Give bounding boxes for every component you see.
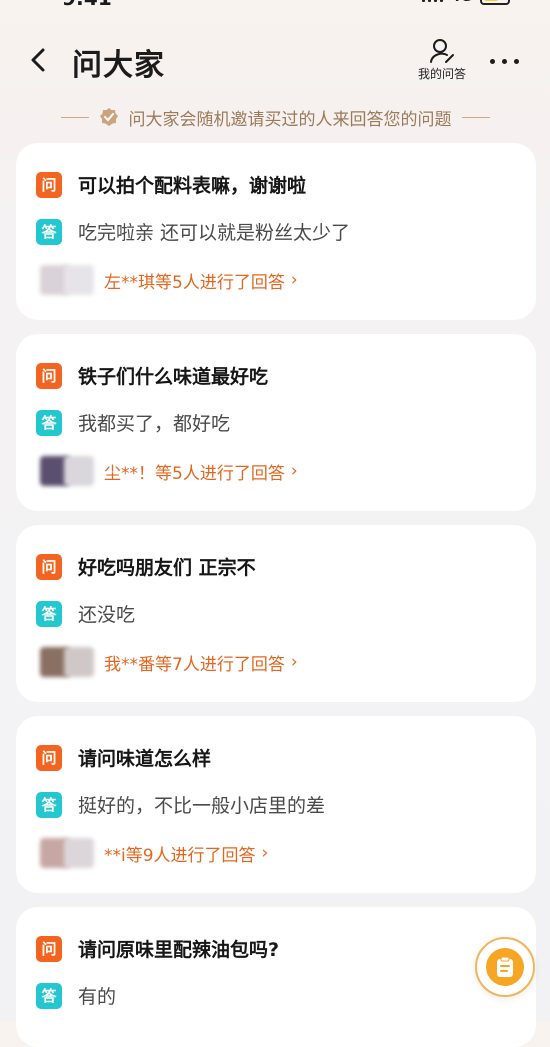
answer-text: 吃完啦亲 还可以就是粉丝太少了 bbox=[78, 222, 351, 244]
answer-text: 有的 bbox=[78, 986, 117, 1008]
battery-icon bbox=[480, 0, 510, 5]
avatar-group bbox=[36, 456, 98, 486]
answer-summary-text: 左**琪等5人进行了回答 bbox=[104, 272, 285, 293]
status-time: 9:41 bbox=[62, 0, 112, 10]
question-text: 可以拍个配料表嘛，谢谢啦 bbox=[78, 175, 307, 197]
answer-text: 还没吃 bbox=[78, 604, 136, 626]
divider bbox=[60, 116, 89, 118]
my-qa-label: 我的问答 bbox=[417, 67, 466, 81]
status-indicators: 4G bbox=[421, 0, 510, 5]
notice-text: 问大家会随机邀请买过的人来回答您的问题 bbox=[128, 109, 452, 130]
avatar-group bbox=[36, 265, 98, 295]
chevron-right-icon: › bbox=[290, 270, 298, 290]
clipboard-icon bbox=[497, 956, 513, 977]
avatar-group bbox=[36, 838, 98, 868]
qa-card[interactable]: 问 好吃吗朋友们 正宗不 答 还没吃 我**番等7人进行了回答 › bbox=[16, 525, 536, 702]
answer-text: 我都买了，都好吃 bbox=[78, 413, 231, 435]
chevron-right-icon: › bbox=[261, 843, 269, 863]
qa-card[interactable]: 问 铁子们什么味道最好吃 答 我都买了，都好吃 尘**！等5人进行了回答 › bbox=[16, 334, 536, 511]
avatar-group bbox=[36, 647, 98, 677]
question-text: 铁子们什么味道最好吃 bbox=[78, 366, 269, 388]
more-button[interactable] bbox=[484, 52, 524, 70]
answer-summary-text: **i等9人进行了回答 bbox=[104, 845, 256, 866]
my-qa-button[interactable]: 我的问答 bbox=[414, 38, 470, 82]
answer-tag: 答 bbox=[36, 791, 62, 818]
answer-summary-text: 我**番等7人进行了回答 bbox=[104, 654, 285, 675]
qa-card[interactable]: 问 请问味道怎么样 答 挺好的，不比一般小店里的差 **i等9人进行了回答 › bbox=[16, 716, 536, 893]
question-text: 好吃吗朋友们 正宗不 bbox=[78, 557, 256, 579]
page-title: 问大家 bbox=[72, 48, 165, 83]
more-dots-icon bbox=[489, 58, 495, 64]
answer-summary-link[interactable]: 左**琪等5人进行了回答 › bbox=[104, 268, 298, 293]
chevron-left-icon bbox=[31, 48, 45, 72]
question-tag: 问 bbox=[36, 171, 62, 198]
answer-tag: 答 bbox=[36, 409, 62, 436]
answer-tag: 答 bbox=[36, 218, 62, 245]
answer-summary-link[interactable]: 尘**！等5人进行了回答 › bbox=[104, 459, 298, 484]
question-tag: 问 bbox=[36, 744, 62, 771]
answer-tag: 答 bbox=[36, 982, 62, 1009]
network-label: 4G bbox=[451, 0, 472, 5]
qa-card[interactable]: 问 可以拍个配料表嘛，谢谢啦 答 吃完啦亲 还可以就是粉丝太少了 左**琪等5人… bbox=[16, 143, 536, 320]
qa-card[interactable]: 问 请问原味里配辣油包吗? 答 有的 bbox=[16, 907, 536, 1047]
question-tag: 问 bbox=[36, 362, 62, 389]
question-tag: 问 bbox=[36, 935, 62, 962]
question-text: 请问味道怎么样 bbox=[78, 748, 212, 770]
status-bar: 9:41 4G bbox=[0, 0, 550, 10]
answer-summary-link[interactable]: **i等9人进行了回答 › bbox=[104, 841, 268, 866]
answer-tag: 答 bbox=[36, 600, 62, 627]
answer-summary-text: 尘**！等5人进行了回答 bbox=[104, 463, 285, 484]
answer-summary-link[interactable]: 我**番等7人进行了回答 › bbox=[104, 650, 298, 675]
header: 问大家 我的问答 bbox=[0, 30, 550, 92]
answer-text: 挺好的，不比一般小店里的差 bbox=[78, 795, 326, 817]
floating-notes-button[interactable] bbox=[475, 937, 535, 997]
signal-icon bbox=[421, 0, 443, 2]
question-tag: 问 bbox=[36, 553, 62, 580]
back-button[interactable] bbox=[22, 44, 54, 76]
notice-banner: 问大家会随机邀请买过的人来回答您的问题 bbox=[0, 104, 550, 130]
verified-badge-icon bbox=[99, 108, 118, 126]
chevron-right-icon: › bbox=[290, 461, 298, 481]
chevron-right-icon: › bbox=[290, 652, 298, 672]
user-edit-icon bbox=[430, 39, 454, 63]
divider bbox=[461, 116, 490, 118]
question-text: 请问原味里配辣油包吗? bbox=[78, 939, 280, 961]
